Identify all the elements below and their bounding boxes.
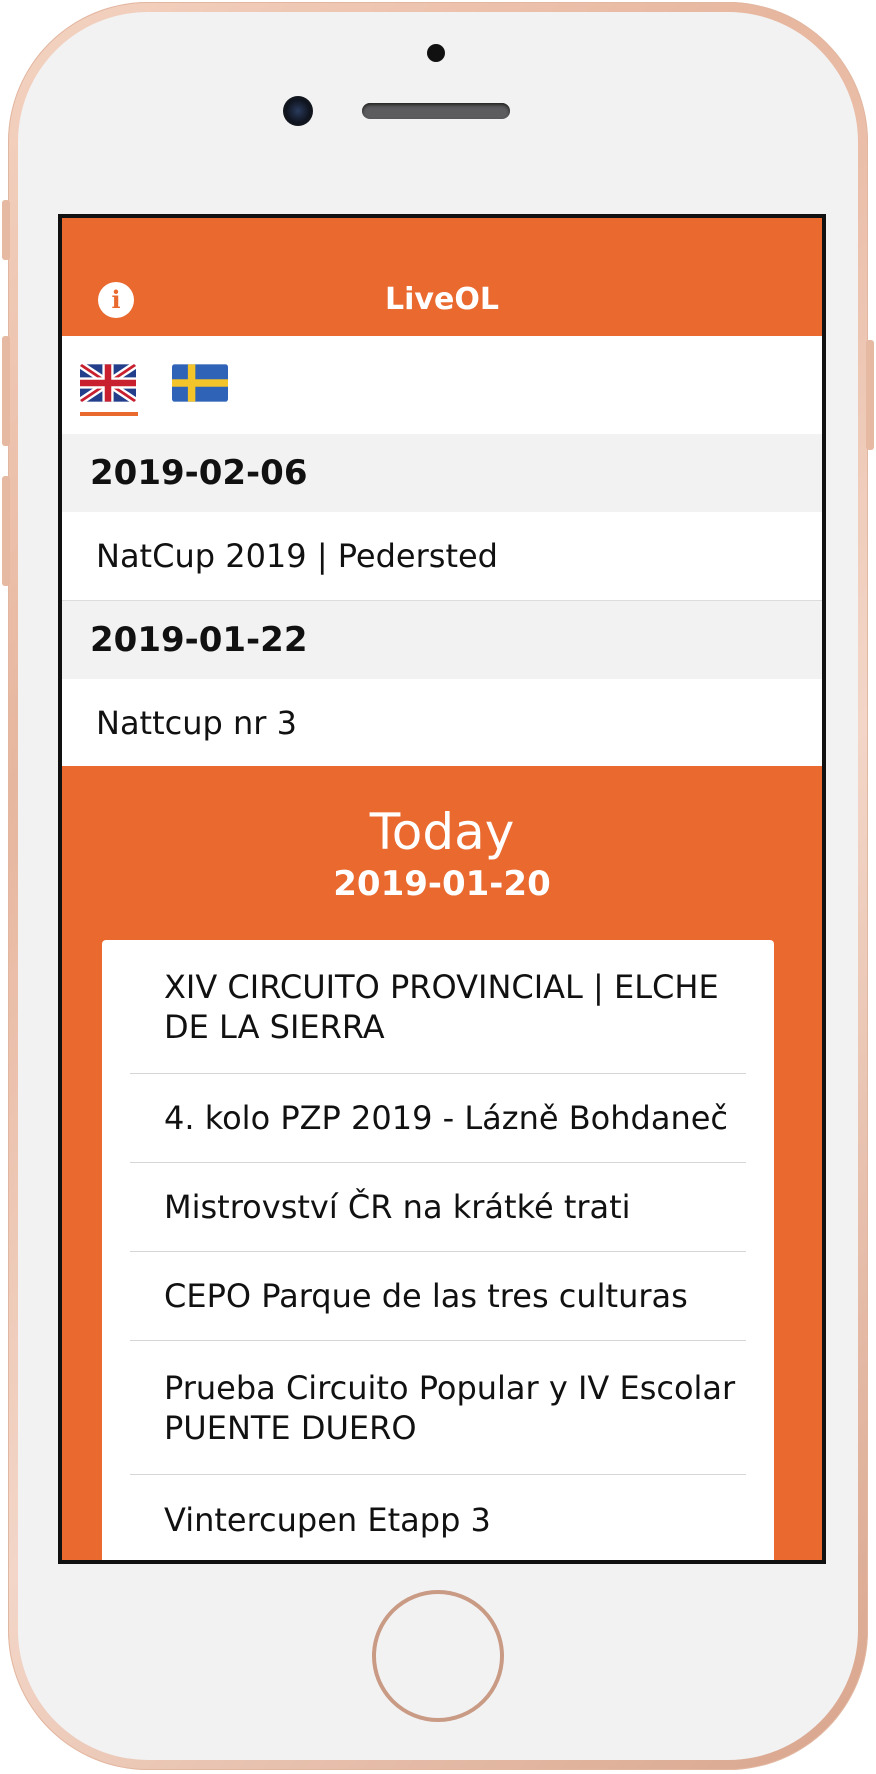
list-item[interactable]: Mistrovství ČR na krátké trati [130, 1163, 746, 1252]
section-date-header: 2019-02-06 [62, 434, 822, 512]
page-title: LiveOL [385, 282, 499, 317]
list-item[interactable]: NatCup 2019 | Pedersted [62, 512, 822, 601]
volume-up-button [2, 336, 10, 446]
list-item-label: Mistrovství ČR na krátké trati [164, 1188, 631, 1226]
list-item-label: XIV CIRCUITO PROVINCIAL | ELCHE DE LA SI… [164, 967, 719, 1046]
proximity-sensor [427, 44, 445, 62]
home-button[interactable] [372, 1590, 504, 1722]
today-label: Today [369, 803, 515, 861]
today-date: 2019-01-20 [333, 864, 551, 904]
list-item[interactable]: CEPO Parque de las tres culturas [130, 1252, 746, 1341]
event-list: 2019-02-06 NatCup 2019 | Pedersted 2019-… [62, 434, 822, 767]
power-button [866, 340, 874, 450]
app-screen: i LiveOL 2019-02-06 NatCup 2019 | Peders… [58, 214, 826, 1564]
volume-down-button [2, 476, 10, 586]
today-section: Today 2019-01-20 XIV CIRCUITO PROVINCIAL… [62, 766, 822, 1560]
list-item[interactable]: 4. kolo PZP 2019 - Lázně Bohdaneč [130, 1074, 746, 1163]
sweden-flag-graphic [172, 364, 228, 402]
list-item[interactable]: Nattcup nr 3 [62, 679, 822, 767]
list-item-label: Vintercupen Etapp 3 [164, 1500, 491, 1539]
earpiece-speaker [362, 103, 510, 119]
list-item-label: Prueba Circuito Popular y IV Escolar PUE… [164, 1368, 736, 1447]
list-item-label: CEPO Parque de las tres culturas [164, 1277, 688, 1315]
list-item[interactable]: Vintercupen Etapp 3 [130, 1475, 746, 1560]
language-selector [62, 336, 822, 434]
section-date-header: 2019-01-22 [62, 601, 822, 679]
list-item-label: 4. kolo PZP 2019 - Lázně Bohdaneč [164, 1099, 728, 1137]
navigation-bar: i LiveOL [62, 218, 822, 336]
mute-switch [2, 200, 10, 260]
sweden-flag-icon[interactable] [172, 364, 228, 402]
list-item[interactable]: XIV CIRCUITO PROVINCIAL | ELCHE DE LA SI… [130, 940, 746, 1074]
list-item[interactable]: Prueba Circuito Popular y IV Escolar PUE… [130, 1341, 746, 1475]
selected-language-indicator [80, 412, 138, 416]
uk-flag-graphic [80, 364, 136, 402]
front-camera [283, 96, 313, 126]
today-events-card: XIV CIRCUITO PROVINCIAL | ELCHE DE LA SI… [102, 940, 774, 1560]
uk-flag-icon[interactable] [80, 364, 136, 402]
